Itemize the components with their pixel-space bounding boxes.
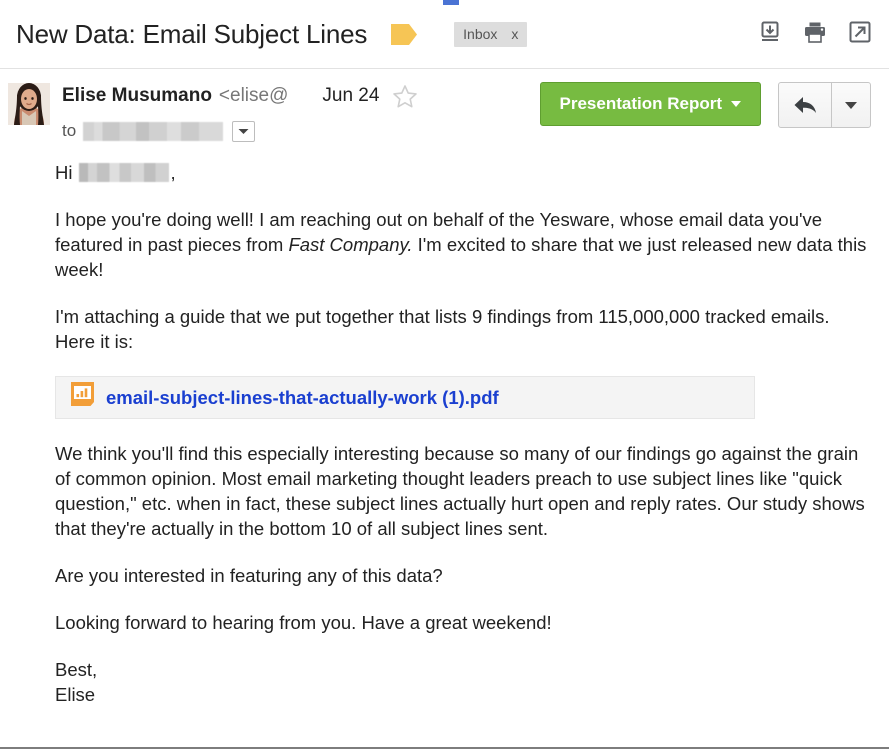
avatar[interactable] [8, 83, 50, 125]
label-chip-inbox[interactable]: Inbox x [454, 21, 528, 47]
sender-row: Elise Musumano <elise@ Jun 24 to Present… [0, 69, 889, 142]
recipient-line: to [62, 120, 540, 142]
greeting-suffix: , [170, 162, 176, 183]
reply-button[interactable] [779, 83, 832, 127]
recipient-label: to [62, 121, 77, 140]
recipient-details-chevron-down-icon[interactable] [232, 120, 256, 142]
presentation-report-label: Presentation Report [559, 94, 722, 113]
star-icon[interactable] [392, 84, 418, 109]
message-bottom-divider [0, 747, 889, 749]
attachment-link[interactable]: email-subject-lines-that-actually-work (… [106, 385, 499, 410]
presentation-report-button[interactable]: Presentation Report [539, 82, 761, 126]
label-chip-text: Inbox [463, 25, 498, 42]
download-icon[interactable] [759, 21, 781, 48]
sender-identity-line: Elise Musumano <elise@ Jun 24 [62, 81, 540, 111]
attachment-card[interactable]: email-subject-lines-that-actually-work (… [55, 376, 755, 419]
publication-name: Fast Company. [288, 234, 413, 255]
more-options-button[interactable] [832, 83, 870, 127]
body-paragraph-5: Looking forward to hearing from you. Hav… [55, 612, 552, 633]
chevron-down-icon [845, 101, 857, 109]
message-header: New Data: Email Subject Lines Inbox x [0, 0, 889, 68]
sender-name: Elise Musumano [62, 85, 212, 106]
body-paragraph-4: Are you interested in featuring any of t… [55, 565, 443, 586]
sender-email: <elise@ [218, 85, 289, 106]
greeting-prefix: Hi [55, 162, 73, 183]
greeting-line: Hi , [55, 160, 871, 185]
header-action-icons [759, 21, 871, 48]
chevron-down-icon [731, 101, 741, 107]
label-remove-icon[interactable]: x [511, 26, 518, 42]
reply-button-group [778, 82, 871, 128]
signoff-line-2: Elise [55, 684, 96, 705]
recipient-redacted-value [83, 121, 224, 141]
message-action-buttons: Presentation Report [539, 81, 871, 142]
print-icon[interactable] [803, 21, 827, 48]
pdf-chart-file-icon [70, 381, 95, 414]
body-paragraph-2: I'm attaching a guide that we put togeth… [55, 306, 830, 352]
yellow-flag-tag-icon[interactable] [391, 23, 418, 46]
message-date: Jun 24 [322, 85, 380, 106]
open-in-new-window-icon[interactable] [849, 21, 871, 48]
body-paragraph-1: I hope you're doing well! I am reaching … [55, 207, 871, 282]
body-paragraph-3: We think you'll find this especially int… [55, 443, 865, 539]
greeting-redacted-name [79, 163, 170, 182]
signoff-line-1: Best, [55, 659, 98, 680]
message-body: Hi , I hope you're doing well! I am reac… [0, 142, 889, 707]
sender-details: Elise Musumano <elise@ Jun 24 to [50, 81, 540, 142]
page-title: New Data: Email Subject Lines [16, 18, 368, 49]
